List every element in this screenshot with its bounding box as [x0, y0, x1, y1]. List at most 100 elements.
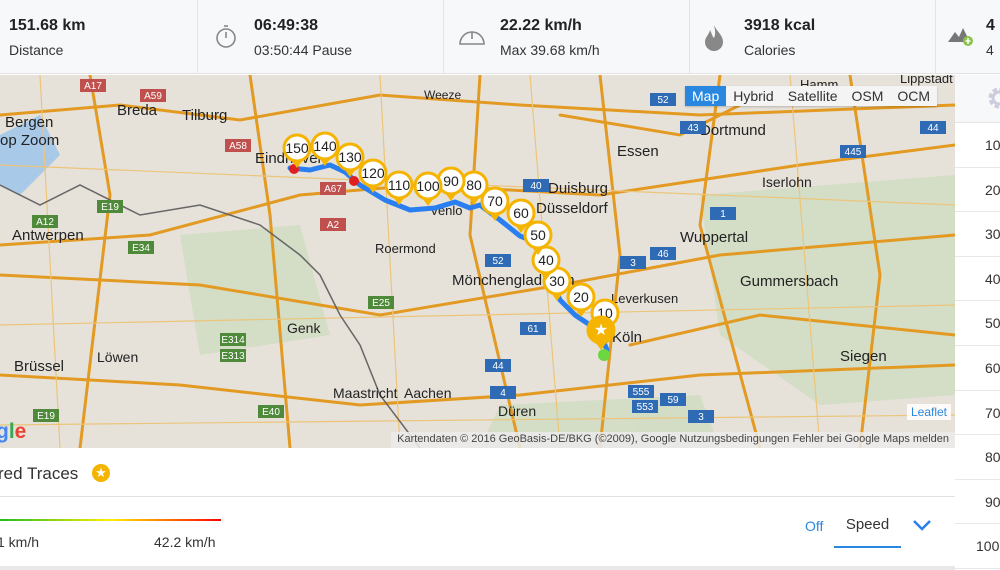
layer-map[interactable]: Map — [685, 86, 727, 106]
split-row[interactable]: 10 — [955, 123, 1000, 168]
layer-hybrid[interactable]: Hybrid — [726, 86, 780, 106]
max-speed-label: Max 39.68 km/h — [500, 42, 600, 58]
svg-text:80: 80 — [466, 177, 482, 193]
road-label: A2 — [320, 218, 346, 231]
panel-title: red Traces — [0, 464, 79, 483]
city-label: Leverkusen — [611, 291, 678, 306]
city-label: Roermond — [375, 241, 436, 256]
start-marker[interactable] — [598, 349, 610, 361]
stat-speed: 22.22 km/h Max 39.68 km/h — [444, 0, 690, 74]
svg-text:3: 3 — [630, 258, 636, 269]
city-label: Tilburg — [182, 107, 227, 124]
split-row[interactable]: 50 — [955, 301, 1000, 346]
stat-calories: 3918 kcal Calories — [690, 0, 936, 74]
city-label: Gummersbach — [740, 273, 838, 290]
color-off-option[interactable]: Off — [805, 518, 823, 534]
pause-marker[interactable] — [349, 176, 359, 186]
svg-text:E19: E19 — [37, 411, 55, 422]
road-label: 61 — [520, 322, 546, 335]
road-label: E19 — [33, 409, 59, 422]
city-label: Düren — [498, 403, 536, 419]
leaflet-link[interactable]: Leaflet — [906, 404, 951, 420]
gear-icon[interactable] — [986, 85, 1000, 111]
split-row[interactable]: 40 — [955, 257, 1000, 302]
stat-elevation: 4 4 — [936, 0, 1000, 74]
svg-text:E314: E314 — [221, 335, 245, 346]
road-label: 52 — [485, 254, 511, 267]
svg-text:44: 44 — [492, 361, 504, 372]
city-label: Antwerpen — [12, 227, 84, 244]
km-marker[interactable]: 100 — [413, 171, 443, 206]
city-label: Bergen — [5, 114, 53, 131]
road-label: A17 — [80, 79, 106, 92]
svg-text:E19: E19 — [101, 202, 119, 213]
road-label: A58 — [225, 139, 251, 152]
split-row[interactable]: 20 — [955, 168, 1000, 213]
split-row[interactable]: 100 — [955, 524, 1000, 569]
color-speed-option[interactable]: Speed — [834, 510, 901, 548]
svg-text:A59: A59 — [144, 91, 162, 102]
road-label: E314 — [220, 333, 246, 346]
svg-text:40: 40 — [530, 181, 542, 192]
svg-text:A12: A12 — [36, 217, 54, 228]
svg-text:40: 40 — [538, 252, 554, 268]
distance-value: 151.68 km — [9, 17, 86, 34]
duration-value: 06:49:38 — [254, 17, 319, 34]
svg-text:E313: E313 — [221, 351, 245, 362]
city-label: Brüssel — [14, 358, 64, 375]
svg-text:52: 52 — [492, 256, 504, 267]
split-row[interactable]: 60 — [955, 346, 1000, 391]
svg-text:130: 130 — [338, 149, 362, 165]
splits-table: 10 20 30 40 50 60 70 80 90 100 — [955, 75, 1000, 570]
stat-duration: 06:49:38 03:50:44 Pause — [198, 0, 444, 74]
split-row[interactable]: 80 — [955, 435, 1000, 480]
svg-text:A17: A17 — [84, 81, 102, 92]
star-icon[interactable]: ★ — [92, 464, 110, 482]
svg-text:100: 100 — [416, 178, 440, 194]
svg-text:1: 1 — [720, 209, 726, 220]
road-label: 4 — [490, 386, 516, 399]
svg-text:4: 4 — [500, 388, 506, 399]
pause-label: 03:50:44 Pause — [254, 42, 353, 58]
split-row[interactable]: 70 — [955, 391, 1000, 436]
split-row[interactable]: 30 — [955, 212, 1000, 257]
city-label: Lippstadt — [900, 75, 953, 86]
road-label: E34 — [128, 241, 154, 254]
road-label: 553 — [632, 400, 658, 413]
svg-text:A2: A2 — [327, 220, 340, 231]
svg-text:70: 70 — [487, 193, 503, 209]
map-view[interactable]: Bergen op Zoom Breda Tilburg Eindhoven A… — [0, 75, 955, 448]
road-label: E19 — [97, 200, 123, 213]
svg-text:120: 120 — [361, 165, 385, 181]
svg-text:20: 20 — [573, 289, 589, 305]
layer-switcher: Map Hybrid Satellite OSM OCM — [685, 86, 938, 106]
stopwatch-icon — [216, 25, 236, 48]
road-label: 3 — [620, 256, 646, 269]
city-label: Düsseldorf — [536, 200, 609, 217]
road-label: 3 — [688, 410, 714, 423]
road-label: A67 — [320, 182, 346, 195]
road-label: 44 — [485, 359, 511, 372]
city-label: Genk — [287, 320, 321, 336]
road-label: 1 — [710, 207, 736, 220]
layer-ocm[interactable]: OCM — [890, 86, 937, 106]
layer-osm[interactable]: OSM — [845, 86, 891, 106]
svg-text:150: 150 — [285, 140, 309, 156]
map-attribution[interactable]: Kartendaten © 2016 GeoBasis-DE/BKG (©200… — [391, 432, 955, 448]
city-label: Maastricht — [333, 385, 398, 401]
svg-text:60: 60 — [513, 205, 529, 221]
road-label: E40 — [258, 405, 284, 418]
google-logo: gle — [0, 420, 27, 443]
svg-text:A67: A67 — [324, 184, 342, 195]
svg-text:555: 555 — [633, 387, 650, 398]
city-label: op Zoom — [0, 132, 59, 149]
speedometer-icon — [459, 31, 485, 45]
chevron-down-icon[interactable] — [912, 518, 932, 532]
stat-distance: 151.68 km Distance — [0, 0, 198, 74]
layer-satellite[interactable]: Satellite — [781, 86, 845, 106]
road-label: 555 — [628, 385, 654, 398]
distance-label: Distance — [9, 42, 64, 58]
split-row[interactable]: 90 — [955, 480, 1000, 525]
road-label: E25 — [368, 296, 394, 309]
road-label: 43 — [680, 121, 706, 134]
